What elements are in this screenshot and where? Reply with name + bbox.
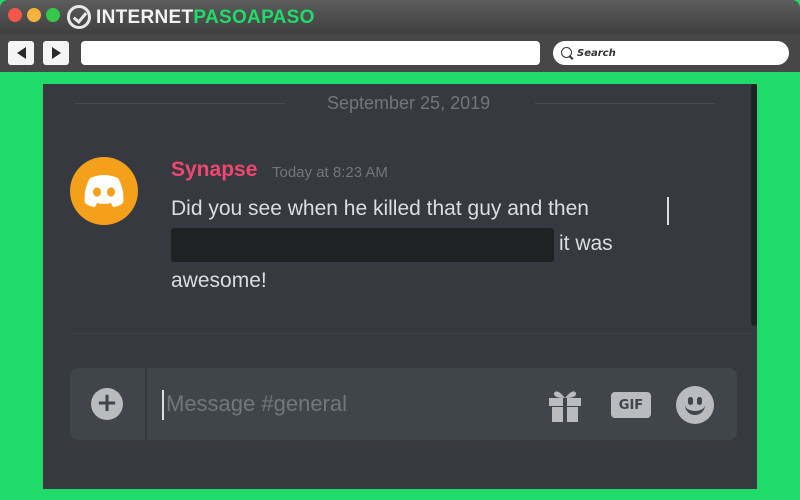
search-label: Search — [577, 47, 616, 59]
spoiler-block[interactable] — [171, 228, 554, 262]
back-arrow-icon — [16, 47, 26, 59]
scrollbar[interactable] — [751, 84, 757, 326]
emoji-mouth — [685, 402, 705, 415]
date-divider: September 25, 2019 — [75, 93, 715, 113]
back-button[interactable] — [8, 41, 34, 65]
maximize-window-button[interactable] — [46, 8, 60, 22]
divider-line-left — [75, 103, 285, 104]
message-text-line-1: Did you see when he killed that guy and … — [171, 197, 589, 220]
logo-text: INTERNETPASOAPASO — [96, 8, 315, 27]
date-divider-text: September 25, 2019 — [327, 93, 491, 113]
gif-button[interactable]: GIF — [611, 392, 651, 418]
composer-separator — [145, 368, 147, 440]
message-input[interactable] — [166, 386, 526, 422]
message-timestamp: Today at 8:23 AM — [272, 164, 388, 181]
site-logo: INTERNETPASOAPASO — [67, 4, 315, 30]
message-username[interactable]: Synapse — [171, 158, 257, 182]
logo-check-icon — [67, 5, 91, 29]
text-cursor — [667, 197, 669, 225]
input-cursor — [162, 390, 164, 420]
emoji-icon[interactable] — [676, 386, 714, 424]
address-bar[interactable] — [81, 41, 540, 65]
add-icon: + — [96, 388, 118, 418]
browser-titlebar: INTERNETPASOAPASO — [0, 0, 800, 34]
search-box[interactable]: Search — [553, 41, 789, 65]
add-attachment-button[interactable]: + — [91, 388, 123, 420]
forward-button[interactable] — [43, 41, 69, 65]
forward-arrow-icon — [51, 47, 61, 59]
avatar[interactable] — [70, 157, 138, 225]
chat-panel: September 25, 2019 Synapse Today at 8:23… — [43, 84, 757, 489]
minimize-window-button[interactable] — [27, 8, 41, 22]
search-icon — [561, 46, 574, 60]
message-text-line-2: it was — [559, 232, 613, 255]
gift-icon[interactable] — [546, 387, 584, 423]
browser-navbar: Search — [0, 34, 800, 72]
chat-divider — [70, 333, 750, 334]
logo-text-part1: INTERNET — [96, 6, 194, 28]
divider-line-right — [535, 103, 715, 104]
message-composer: + GIF — [70, 368, 737, 440]
discord-logo-icon — [84, 175, 124, 207]
close-window-button[interactable] — [8, 8, 22, 22]
logo-text-part2: PASOAPASO — [193, 6, 315, 28]
gif-icon: GIF — [618, 397, 644, 413]
message-text-line-3: awesome! — [171, 269, 267, 292]
